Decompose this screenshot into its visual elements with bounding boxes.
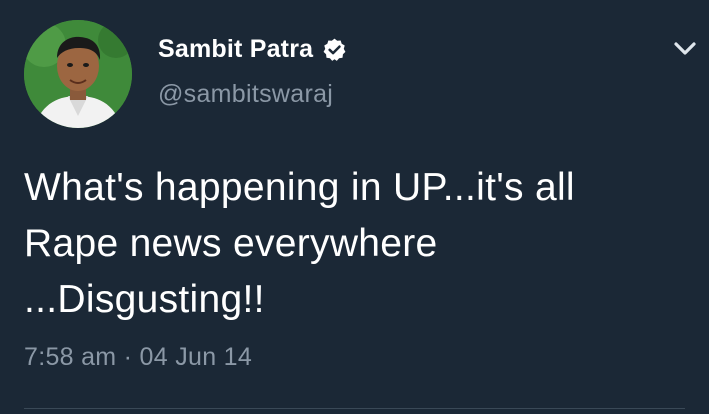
verified-badge-icon [322,37,347,62]
author-name-row: Sambit Patra [158,35,347,64]
avatar[interactable] [24,20,132,128]
tweet-text: What's happening in UP...it's all Rape n… [24,166,575,321]
tweet-timestamp[interactable]: 7:58 am · 04 Jun 14 [24,343,252,372]
display-name[interactable]: Sambit Patra [158,35,313,64]
avatar-image [24,20,132,128]
tweet-card: Sambit Patra @sambitswaraj What's happen… [0,0,709,414]
divider [24,408,685,409]
user-handle[interactable]: @sambitswaraj [158,80,333,109]
chevron-down-icon[interactable] [673,40,697,58]
